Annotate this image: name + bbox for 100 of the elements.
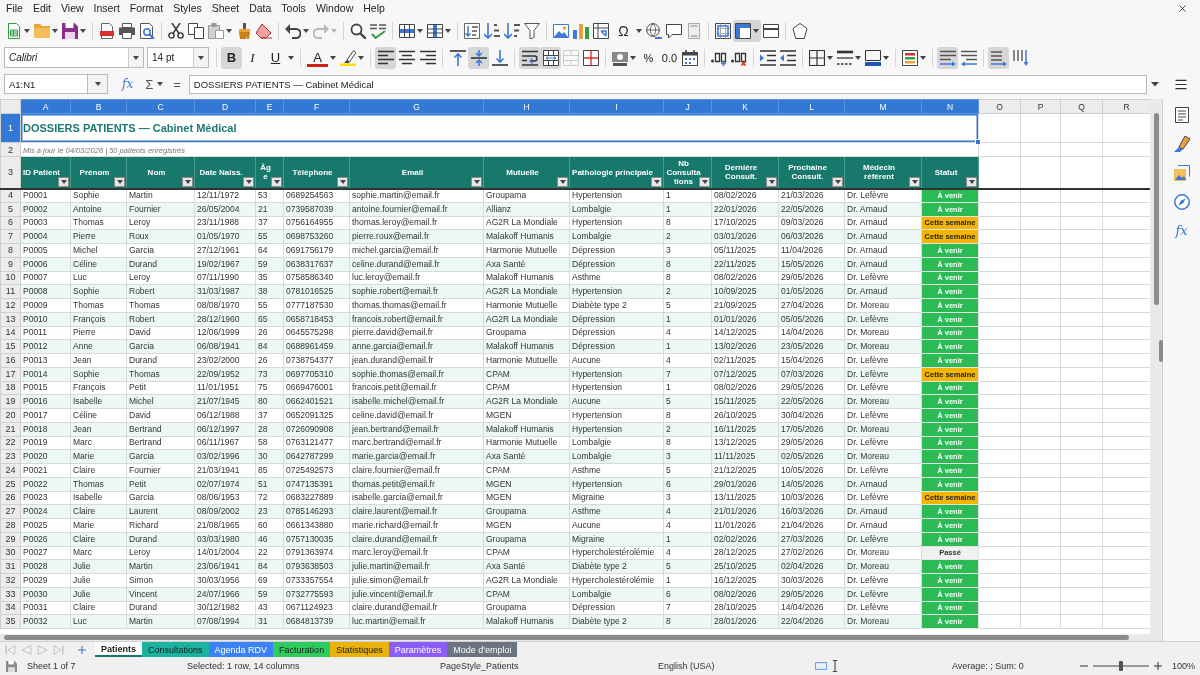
- color-bars-icon[interactable]: [902, 49, 918, 66]
- filter-dropdown-button[interactable]: [832, 176, 843, 187]
- caret-down-icon[interactable]: [303, 28, 309, 33]
- indent-increase-icon[interactable]: [760, 49, 776, 66]
- table-column-icon[interactable]: [427, 22, 443, 39]
- sheet-tab[interactable]: Facturation: [273, 642, 331, 657]
- filter-dropdown-button[interactable]: [182, 176, 193, 187]
- paintbrush-icon[interactable]: [236, 22, 252, 39]
- filter-dropdown-button[interactable]: [651, 176, 662, 187]
- caret-down-icon[interactable]: [417, 28, 423, 33]
- highlighter-icon[interactable]: [340, 49, 356, 66]
- language[interactable]: English (USA): [658, 661, 715, 671]
- italic-button[interactable]: I: [242, 46, 263, 69]
- compass-icon[interactable]: [1173, 194, 1190, 210]
- triangle-down-icon[interactable]: [1151, 80, 1159, 88]
- sort-icon[interactable]: [464, 22, 480, 39]
- align-middle-button[interactable]: [468, 46, 489, 69]
- menu-item[interactable]: Tools: [276, 1, 311, 16]
- caret-down-icon[interactable]: [920, 55, 926, 60]
- document-lines-icon[interactable]: [1173, 107, 1190, 123]
- wrap-text-button[interactable]: [519, 46, 540, 69]
- search-icon[interactable]: [350, 22, 366, 39]
- banknote-icon[interactable]: [612, 49, 628, 66]
- sheet-tab[interactable]: Patients: [95, 642, 142, 657]
- scrollbar[interactable]: [0, 634, 1150, 641]
- filter-dropdown-button[interactable]: [766, 176, 777, 187]
- lines-arrow-right-button[interactable]: [937, 46, 958, 69]
- filter-dropdown-button[interactable]: [557, 176, 568, 187]
- filter-dropdown-button[interactable]: [58, 176, 69, 187]
- caret-down-icon[interactable]: [226, 28, 232, 33]
- sheet-tab[interactable]: Statistiques: [330, 642, 389, 657]
- menu-item[interactable]: Data: [244, 1, 277, 16]
- menu-item[interactable]: Format: [124, 1, 169, 16]
- fill-handle[interactable]: [975, 139, 981, 145]
- function-wizard-button[interactable]: fx: [120, 77, 136, 91]
- freeze-button[interactable]: [733, 19, 761, 42]
- brush-icon[interactable]: [1173, 136, 1190, 152]
- filter-dropdown-button[interactable]: [337, 176, 348, 187]
- calendar-icon[interactable]: [682, 49, 698, 66]
- eraser-icon[interactable]: [256, 22, 272, 39]
- lines-checkmark-icon[interactable]: [370, 22, 386, 39]
- indent-decrease-icon[interactable]: [780, 49, 796, 66]
- minus-icon[interactable]: [1080, 662, 1088, 670]
- sort-ascending-icon[interactable]: [484, 22, 500, 39]
- menu-item[interactable]: Insert: [88, 1, 125, 16]
- caret-down-icon[interactable]: [157, 82, 164, 86]
- sheet-tab[interactable]: Agenda RDV: [208, 642, 274, 657]
- filter-dropdown-button[interactable]: [966, 176, 977, 187]
- menu-item[interactable]: Sheet: [206, 1, 245, 16]
- filter-dropdown-button[interactable]: [909, 176, 920, 187]
- globe-icon[interactable]: [646, 22, 662, 39]
- sheet-tab[interactable]: Consultations: [142, 642, 209, 657]
- filter-dropdown-button[interactable]: [271, 176, 282, 187]
- caret-down-icon[interactable]: [80, 28, 86, 33]
- dropdown-button[interactable]: [128, 48, 143, 67]
- plus-icon[interactable]: [1154, 662, 1162, 670]
- document-band-icon[interactable]: [99, 22, 115, 39]
- sheet-tab[interactable]: Mode d'emploi: [447, 642, 518, 657]
- caret-down-icon[interactable]: [445, 28, 451, 33]
- font-size-field[interactable]: 14 pt: [147, 47, 209, 68]
- caret-down-icon[interactable]: [288, 55, 294, 60]
- functions-button[interactable]: fx: [1175, 223, 1188, 239]
- caret-down-icon[interactable]: [24, 28, 30, 33]
- menu-icon[interactable]: [1175, 78, 1187, 90]
- sum-button[interactable]: Σ: [143, 76, 156, 92]
- percent-format-button[interactable]: %: [638, 46, 659, 69]
- caret-down-icon[interactable]: [52, 28, 58, 33]
- font-color-button[interactable]: A: [307, 48, 328, 67]
- formula-input[interactable]: DOSSIERS PATIENTS — Cabinet Médical: [188, 74, 1147, 94]
- caret-down-icon[interactable]: [827, 55, 833, 60]
- sidebar-handle[interactable]: [1159, 340, 1163, 362]
- image-icon[interactable]: [553, 22, 569, 39]
- sort-descending-icon[interactable]: [504, 22, 520, 39]
- scrollbar[interactable]: [1150, 99, 1162, 641]
- caret-down-icon[interactable]: [330, 55, 336, 60]
- menu-item[interactable]: Window: [310, 1, 359, 16]
- font-name-field[interactable]: Calibri: [4, 47, 144, 68]
- dropdown-button[interactable]: [193, 48, 208, 67]
- menu-item[interactable]: File: [1, 1, 28, 16]
- table-row-icon[interactable]: [399, 22, 415, 39]
- split-window-icon[interactable]: [763, 22, 779, 39]
- name-box-dropdown[interactable]: [88, 74, 108, 94]
- filter-dropdown-button[interactable]: [243, 176, 254, 187]
- grid-frame-icon[interactable]: [715, 22, 731, 39]
- close-icon[interactable]: [1179, 5, 1186, 12]
- line-styles-icon[interactable]: [837, 49, 853, 66]
- gallery-icon[interactable]: [1173, 165, 1190, 181]
- borders-icon[interactable]: [809, 49, 825, 66]
- funnel-icon[interactable]: [524, 22, 540, 39]
- scrollbar-thumb[interactable]: [1153, 113, 1159, 305]
- menu-item[interactable]: Edit: [27, 1, 56, 16]
- name-box[interactable]: A1:N1: [4, 74, 88, 94]
- filter-dropdown-button[interactable]: [699, 176, 710, 187]
- speech-bubble-icon[interactable]: [666, 22, 682, 39]
- undo-icon[interactable]: [285, 22, 301, 39]
- table-arrow-icon[interactable]: [593, 22, 609, 39]
- menu-item[interactable]: View: [56, 1, 89, 16]
- pentagon-icon[interactable]: [792, 22, 808, 39]
- plus-icon[interactable]: [78, 645, 86, 654]
- formula-button[interactable]: =: [171, 76, 183, 92]
